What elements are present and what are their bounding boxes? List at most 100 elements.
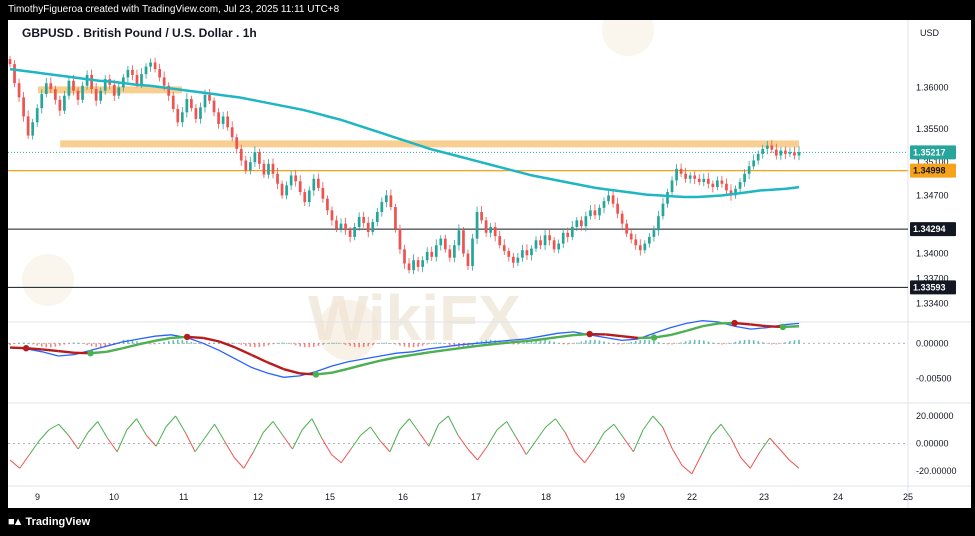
oscillator-segment	[662, 426, 673, 450]
candle-body	[149, 62, 152, 67]
oscillator-segment	[204, 423, 215, 439]
oscillator-segment	[535, 426, 547, 442]
chart-canvas[interactable]: WikiFXGBPUSD . British Pound / U.S. Doll…	[8, 20, 971, 508]
macd-histogram-bar	[13, 343, 16, 345]
macd-histogram-bar	[36, 343, 39, 346]
candle-body	[502, 245, 506, 252]
macd-signal-segment	[106, 347, 123, 353]
candle-body	[67, 80, 71, 96]
candle-body	[507, 251, 511, 257]
candle-body	[362, 216, 366, 223]
candle-body	[112, 84, 116, 96]
macd-histogram-bar	[553, 341, 555, 344]
macd-histogram-bar	[303, 343, 306, 348]
oscillator-segment	[584, 448, 595, 464]
candle-body	[443, 238, 447, 250]
candle-body	[725, 183, 728, 191]
candle-body	[416, 260, 420, 267]
candle-body	[375, 212, 379, 222]
candle-body	[298, 181, 302, 193]
macd-histogram-bar	[426, 343, 428, 345]
macd-histogram-bar	[725, 343, 728, 345]
candle-body	[625, 223, 629, 234]
candle-body	[180, 112, 184, 123]
macd-histogram-bar	[240, 343, 243, 345]
oscillator-segment	[418, 432, 430, 447]
macd-cross-dot	[22, 345, 30, 352]
candle-body	[276, 173, 279, 184]
macd-histogram-bar	[566, 343, 569, 345]
macd-histogram-bar	[716, 343, 719, 345]
oscillator-segment	[594, 432, 605, 450]
candle-body	[262, 163, 266, 175]
candle-body	[575, 220, 579, 227]
oscillator-segment	[603, 423, 615, 433]
candle-body	[13, 64, 16, 84]
macd-signal-segment	[541, 336, 558, 341]
macd-histogram-bar	[603, 341, 605, 344]
candle-body	[793, 152, 796, 156]
candle-body	[226, 116, 230, 128]
macd-histogram-bar	[557, 343, 560, 344]
candle-body	[770, 145, 774, 150]
oscillator-segment	[292, 429, 303, 450]
macd-histogram-bar	[616, 343, 619, 345]
macd-histogram-bar	[730, 342, 732, 344]
candle-body	[716, 180, 719, 188]
candle-body	[552, 240, 556, 250]
candle-body	[344, 223, 347, 231]
oscillator-segment	[457, 434, 469, 450]
macd-histogram-bar	[775, 343, 778, 345]
oscillator-segment	[321, 437, 332, 455]
candle-body	[570, 226, 574, 237]
candle-body	[675, 168, 678, 181]
candle-body	[634, 239, 638, 246]
candle-body	[58, 99, 62, 111]
macd-histogram-bar	[249, 343, 252, 347]
macd-signal-segment	[509, 339, 526, 344]
oscillator-segment	[331, 454, 342, 464]
candle-body	[235, 137, 239, 149]
candle-body	[453, 245, 456, 258]
macd-histogram-bar	[199, 343, 202, 345]
time-tick-label: 17	[471, 492, 481, 502]
macd-histogram-bar	[163, 342, 165, 344]
tradingview-logo[interactable]: ■▲ TradingView	[8, 516, 90, 528]
macd-histogram-bar	[743, 339, 746, 344]
macd-histogram-bar	[644, 339, 646, 344]
macd-signal-segment	[283, 367, 301, 375]
oscillator-segment	[779, 448, 790, 461]
candle-body	[738, 182, 742, 189]
oscillator-segment	[720, 423, 732, 439]
macd-histogram-bar	[285, 342, 288, 344]
macd-histogram-bar	[439, 342, 442, 344]
candle-body	[153, 62, 157, 70]
oscillator-segment	[145, 434, 157, 447]
osc-tick-label: -20.00000	[916, 466, 957, 476]
macd-signal-segment	[267, 361, 285, 371]
candle-body	[511, 256, 515, 263]
candle-body	[521, 250, 524, 258]
macd-histogram-bar	[22, 342, 25, 344]
candle-body	[679, 168, 683, 174]
macd-histogram-bar	[254, 343, 256, 348]
candle-body	[756, 153, 760, 161]
macd-signal-segment	[251, 353, 269, 364]
candle-body	[312, 178, 316, 191]
oscillator-segment	[642, 415, 654, 431]
macd-histogram-bar	[770, 343, 773, 345]
candle-body	[199, 107, 202, 119]
macd-tick-label: -0.00500	[916, 374, 952, 384]
candle-body	[530, 248, 533, 256]
macd-histogram-bar	[181, 339, 184, 344]
macd-histogram-bar	[521, 343, 524, 344]
macd-histogram-bar	[258, 343, 261, 348]
macd-histogram-bar	[376, 343, 379, 345]
macd-histogram-bar	[136, 341, 138, 344]
macd-histogram-bar	[412, 343, 415, 348]
macd-cross-dot	[586, 330, 593, 338]
macd-histogram-bar	[712, 342, 714, 344]
oscillator-segment	[214, 423, 225, 442]
candle-body	[752, 160, 756, 167]
candle-body	[439, 238, 443, 246]
